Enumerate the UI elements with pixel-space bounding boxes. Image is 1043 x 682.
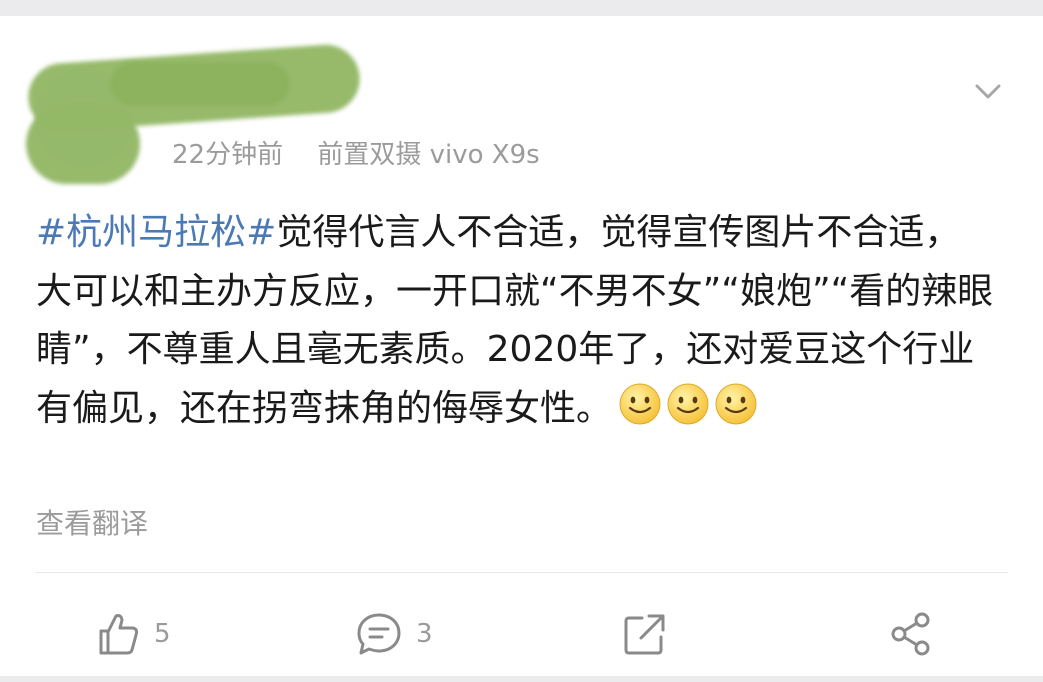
translate-link[interactable]: 查看翻译 xyxy=(36,502,148,542)
emoji-row xyxy=(618,380,762,439)
thumbs-up-icon xyxy=(99,614,139,655)
comment-count: 3 xyxy=(416,619,433,649)
like-count: 5 xyxy=(154,619,171,649)
topic-link[interactable]: #杭州马拉松# xyxy=(36,212,276,253)
comment-icon xyxy=(357,613,401,655)
smile-emoji xyxy=(715,383,757,425)
post-source: 前置双摄 vivo X9s xyxy=(317,140,540,170)
comment-button[interactable]: 3 xyxy=(356,608,433,660)
avatar-redaction-scribble xyxy=(26,104,140,184)
smile-emoji xyxy=(619,383,661,425)
post-card: 22分钟前 前置双摄 vivo X9s #杭州马拉松#觉得代言人不合适，觉得宣传… xyxy=(0,16,1043,676)
share-button[interactable] xyxy=(888,608,934,660)
divider xyxy=(36,572,1008,573)
post-time: 22分钟前 xyxy=(172,140,284,170)
post-meta: 22分钟前 前置双摄 vivo X9s xyxy=(172,134,540,171)
post-text: #杭州马拉松#觉得代言人不合适，觉得宣传图片不合适，大可以和主办方反应，一开口就… xyxy=(36,204,996,439)
bottom-strip xyxy=(0,676,1043,682)
repost-icon xyxy=(624,614,665,655)
name-redaction-scribble xyxy=(110,62,290,106)
like-button[interactable]: 5 xyxy=(96,608,171,660)
chevron-down-icon[interactable] xyxy=(972,76,1004,108)
share-icon xyxy=(891,612,930,656)
repost-button[interactable] xyxy=(622,608,668,660)
smile-emoji xyxy=(667,383,709,425)
